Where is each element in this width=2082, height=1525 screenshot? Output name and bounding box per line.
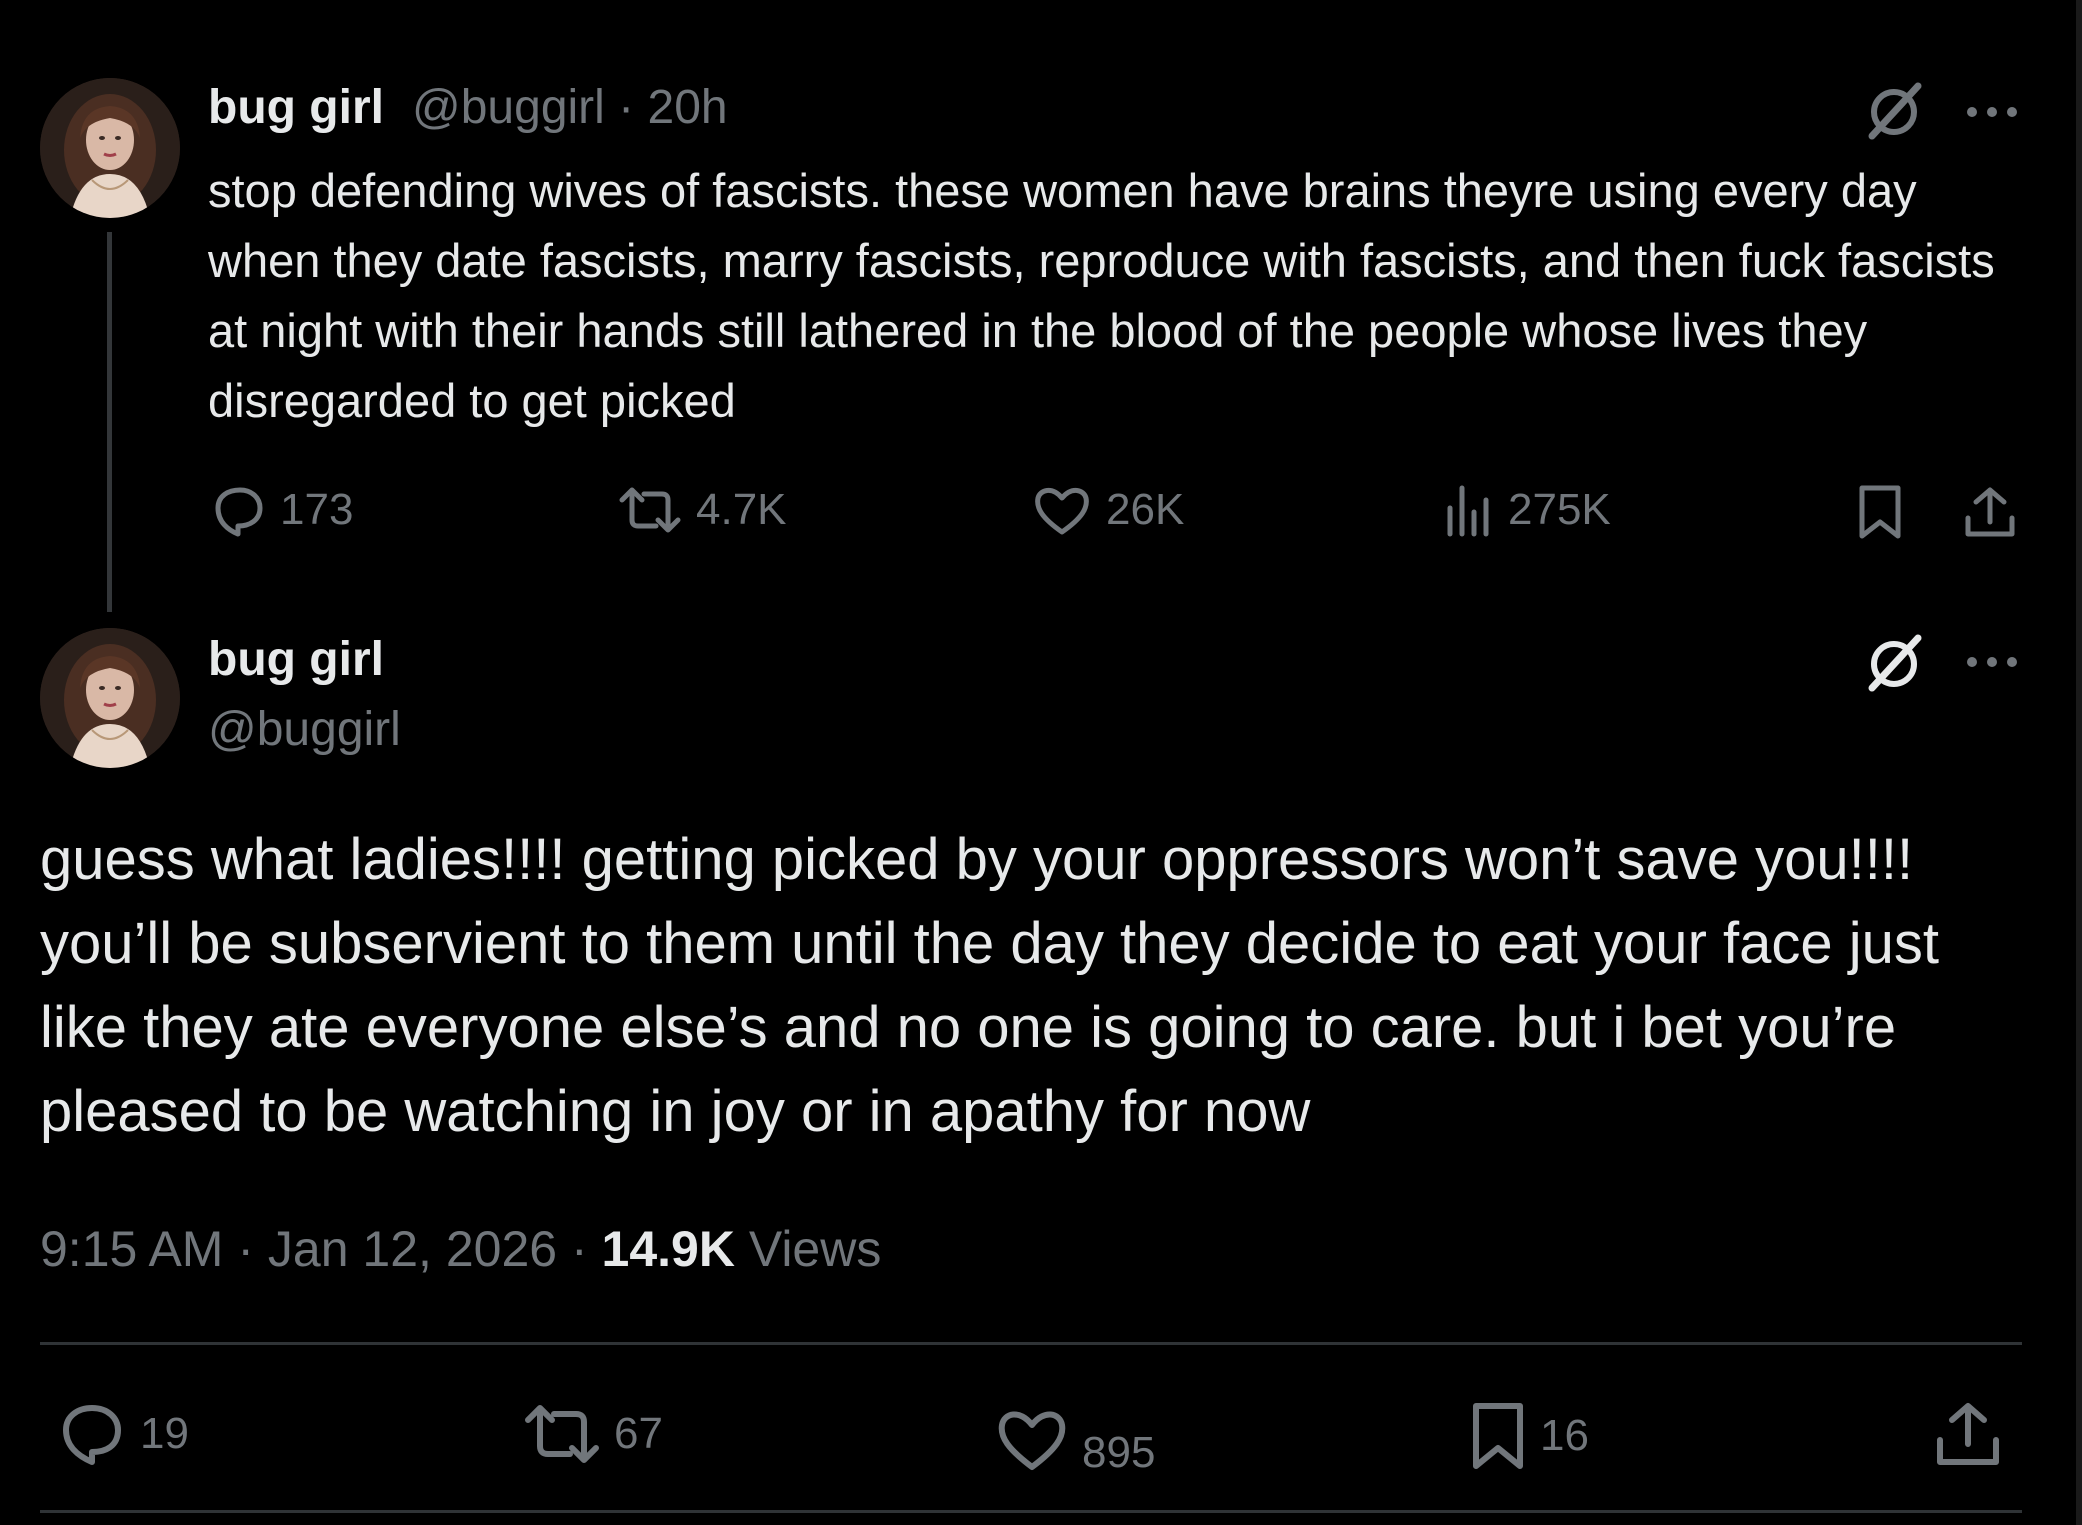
tweet2-repost-count: 67: [614, 1409, 663, 1458]
scrollbar-edge: [2076, 0, 2082, 1525]
meta-separator: ·: [237, 1221, 255, 1277]
heart-icon: [1032, 482, 1092, 538]
tweet2-bookmark-button[interactable]: 16: [1470, 1402, 1589, 1470]
tweet2-reply-button[interactable]: 19: [58, 1400, 189, 1468]
repost-icon: [524, 1400, 600, 1468]
grok-icon[interactable]: [1862, 80, 1926, 144]
tweet2-views-count[interactable]: 14.9K: [602, 1221, 735, 1277]
tweet2-text: guess what ladies!!!! getting picked by …: [40, 827, 1939, 1144]
tweet2-bookmark-count: 16: [1540, 1411, 1589, 1460]
tweet1-like-button[interactable]: 26K: [1032, 482, 1184, 538]
heart-icon: [996, 1405, 1068, 1473]
repost-icon: [618, 482, 682, 538]
thread-connector-line: [107, 232, 112, 612]
avatar[interactable]: [40, 78, 180, 218]
tweet2-date[interactable]: Jan 12, 2026: [268, 1221, 557, 1277]
tweet1-views-count: 275K: [1508, 485, 1611, 534]
tweet2-handle[interactable]: @buggirl: [208, 702, 401, 757]
tweet1-repost-count: 4.7K: [696, 485, 787, 534]
reply-icon: [210, 482, 266, 538]
bookmark-icon[interactable]: [1856, 484, 1904, 540]
share-icon[interactable]: [1934, 1400, 2002, 1468]
tweet2-reply-count: 19: [140, 1409, 189, 1458]
tweet1-separator: ·: [618, 81, 635, 134]
tweet2-repost-button[interactable]: 67: [524, 1400, 663, 1468]
tweet2-display-name[interactable]: bug girl: [208, 632, 384, 687]
tweet2-like-count: 895: [1082, 1428, 1156, 1477]
reply-icon: [58, 1400, 126, 1468]
tweet2-time[interactable]: 9:15 AM: [40, 1221, 223, 1277]
tweet1-display-name[interactable]: bug girl: [208, 80, 384, 135]
meta-separator: ·: [570, 1221, 588, 1277]
tweet1-meta: @buggirl · 20h: [412, 80, 728, 135]
tweet1-reply-count: 173: [280, 485, 354, 534]
tweet1-views-button[interactable]: 275K: [1444, 482, 1611, 538]
more-icon[interactable]: [1964, 102, 2020, 122]
divider-bottom: [40, 1510, 2022, 1513]
views-icon: [1444, 482, 1494, 538]
tweet1-text: stop defending wives of fascists. these …: [208, 164, 1995, 427]
tweet1-repost-button[interactable]: 4.7K: [618, 482, 787, 538]
avatar[interactable]: [40, 628, 180, 768]
more-icon[interactable]: [1964, 652, 2020, 672]
tweet2-meta: 9:15 AM · Jan 12, 2026 · 14.9K Views: [40, 1220, 881, 1278]
tweet1-reply-button[interactable]: 173: [210, 482, 353, 538]
tweet2-views-label: Views: [748, 1221, 882, 1277]
share-icon[interactable]: [1962, 484, 2018, 540]
grok-icon[interactable]: [1862, 632, 1926, 696]
divider-top: [40, 1342, 2022, 1345]
bookmark-icon: [1470, 1402, 1526, 1470]
tweet1-time[interactable]: 20h: [648, 81, 728, 134]
tweet1-handle[interactable]: @buggirl: [412, 81, 605, 134]
tweet1-like-count: 26K: [1106, 485, 1185, 534]
tweet2-like-button[interactable]: 895: [996, 1400, 1155, 1478]
